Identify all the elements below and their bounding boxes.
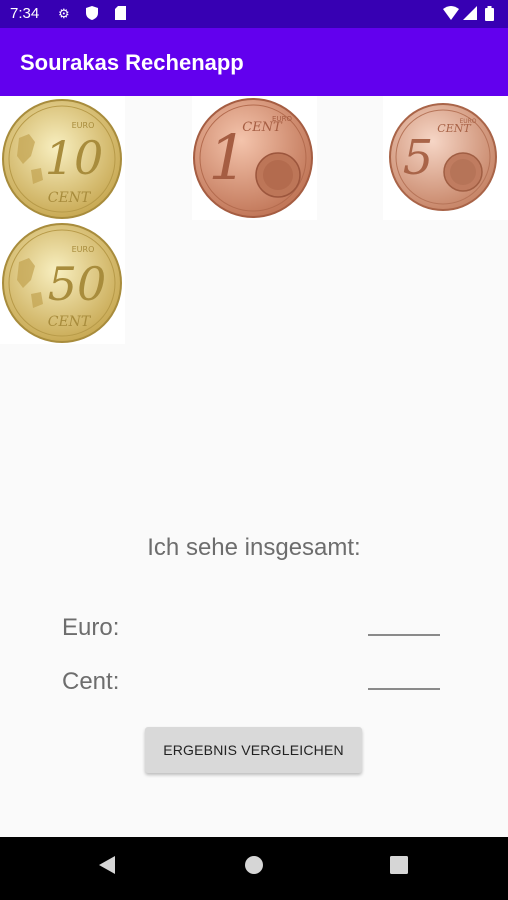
coin-50-value: 50	[48, 257, 107, 311]
navigation-bar	[0, 837, 508, 900]
signal-icon	[463, 6, 477, 23]
coin-50-cent: 50 EURO CENT	[1, 222, 123, 349]
euro-label: Euro:	[62, 614, 120, 641]
svg-text:EURO: EURO	[272, 115, 292, 123]
svg-text:EURO: EURO	[72, 121, 95, 130]
question-label: Ich sehe insgesamt:	[147, 534, 361, 561]
coin-10-unit: CENT	[48, 190, 92, 206]
recents-icon[interactable]	[390, 855, 408, 880]
coin-5-cent: 5 CENT EURO	[388, 102, 498, 217]
wifi-icon	[443, 6, 459, 23]
sd-card-icon	[115, 6, 126, 23]
svg-text:EURO: EURO	[72, 245, 95, 254]
status-bar: 7:34 ⚙	[0, 0, 508, 28]
back-icon[interactable]	[98, 855, 116, 880]
coin-10-cent: 10 EURO CENT	[1, 98, 123, 225]
shield-icon	[86, 6, 98, 23]
app-bar: Sourakas Rechenapp	[0, 28, 508, 96]
coin-5-value: 5	[403, 130, 434, 186]
euro-input[interactable]	[368, 608, 440, 636]
home-icon[interactable]	[244, 855, 264, 880]
app-title: Sourakas Rechenapp	[20, 50, 244, 75]
battery-icon	[485, 6, 494, 24]
status-time: 7:34	[10, 5, 40, 22]
coin-10-value: 10	[45, 131, 104, 185]
cent-input[interactable]	[368, 662, 440, 690]
coin-1-cent: 1 CENT EURO	[192, 97, 314, 224]
gear-icon: ⚙	[58, 6, 70, 21]
svg-text:EURO: EURO	[459, 118, 476, 125]
compare-result-button[interactable]: ERGEBNIS VERGLEICHEN	[145, 727, 362, 773]
coin-50-unit: CENT	[48, 314, 92, 330]
cent-label: Cent:	[62, 668, 120, 695]
